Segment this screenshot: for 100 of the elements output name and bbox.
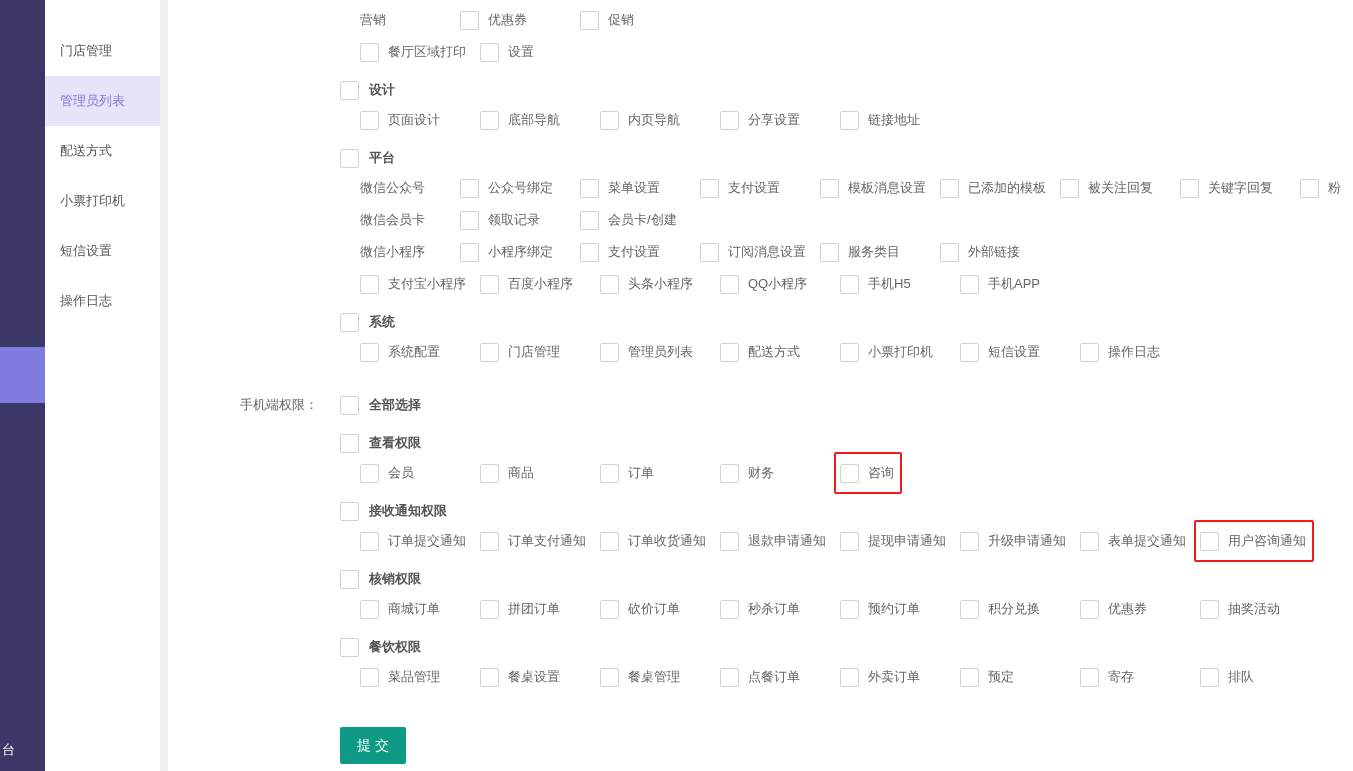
checkbox-label: 已添加的模板	[968, 179, 1046, 198]
checkbox[interactable]	[700, 178, 719, 198]
checkbox[interactable]	[840, 531, 859, 551]
checkbox[interactable]	[1060, 178, 1079, 198]
checkbox[interactable]	[480, 667, 499, 687]
checkbox[interactable]	[360, 274, 379, 294]
checkbox-label: 短信设置	[988, 343, 1040, 362]
checkbox[interactable]	[480, 42, 499, 62]
checkbox[interactable]	[600, 667, 619, 687]
checkbox[interactable]	[600, 463, 619, 483]
checkbox[interactable]	[1080, 667, 1099, 687]
checkbox[interactable]	[340, 148, 359, 168]
row-label: 微信会员卡	[360, 211, 426, 230]
checkbox[interactable]	[840, 463, 859, 483]
checkbox[interactable]	[340, 80, 359, 100]
checkbox[interactable]	[840, 599, 859, 619]
checkbox[interactable]	[720, 667, 739, 687]
checkbox[interactable]	[340, 395, 359, 415]
checkbox[interactable]	[480, 342, 499, 362]
checkbox[interactable]	[600, 274, 619, 294]
checkbox[interactable]	[720, 342, 739, 362]
checkbox[interactable]	[580, 242, 599, 262]
checkbox[interactable]	[480, 531, 499, 551]
checkbox[interactable]	[1180, 178, 1199, 198]
checkbox[interactable]	[1200, 599, 1219, 619]
checkbox[interactable]	[960, 274, 979, 294]
sidebar-item[interactable]: 配送方式	[45, 126, 160, 176]
checkbox[interactable]	[460, 10, 479, 30]
checkbox-label: 页面设计	[388, 111, 440, 130]
checkbox[interactable]	[940, 242, 959, 262]
checkbox[interactable]	[720, 531, 739, 551]
checkbox[interactable]	[720, 110, 739, 130]
checkbox[interactable]	[460, 178, 479, 198]
select-all-label: 全部选择	[369, 396, 421, 415]
checkbox[interactable]	[820, 242, 839, 262]
checkbox[interactable]	[360, 531, 379, 551]
checkbox-label: 支付设置	[608, 243, 660, 262]
group-title: 餐饮权限	[369, 638, 421, 657]
checkbox[interactable]	[340, 501, 359, 521]
checkbox[interactable]	[1080, 599, 1099, 619]
checkbox[interactable]	[720, 463, 739, 483]
checkbox[interactable]	[600, 531, 619, 551]
checkbox[interactable]	[1300, 178, 1319, 198]
checkbox[interactable]	[480, 599, 499, 619]
checkbox-label: 提现申请通知	[868, 532, 946, 551]
checkbox[interactable]	[340, 312, 359, 332]
checkbox[interactable]	[940, 178, 959, 198]
group-title: 设计	[369, 81, 395, 100]
submit-button[interactable]: 提 交	[340, 727, 406, 764]
checkbox[interactable]	[480, 463, 499, 483]
checkbox[interactable]	[360, 667, 379, 687]
checkbox-label: 优惠券	[1108, 600, 1147, 619]
checkbox[interactable]	[340, 637, 359, 657]
checkbox[interactable]	[460, 210, 479, 230]
checkbox[interactable]	[600, 599, 619, 619]
checkbox-label: 小程序绑定	[488, 243, 553, 262]
checkbox-label: 底部导航	[508, 111, 560, 130]
checkbox[interactable]	[600, 342, 619, 362]
checkbox-label: 餐桌管理	[628, 668, 680, 687]
checkbox[interactable]	[580, 10, 599, 30]
checkbox[interactable]	[480, 110, 499, 130]
checkbox[interactable]	[720, 274, 739, 294]
checkbox[interactable]	[480, 274, 499, 294]
checkbox-label: 分享设置	[748, 111, 800, 130]
checkbox[interactable]	[840, 110, 859, 130]
checkbox[interactable]	[580, 178, 599, 198]
checkbox[interactable]	[960, 342, 979, 362]
checkbox-label: 升级申请通知	[988, 532, 1066, 551]
checkbox[interactable]	[840, 342, 859, 362]
checkbox[interactable]	[580, 210, 599, 230]
checkbox-label: QQ小程序	[748, 275, 808, 294]
sidebar-item[interactable]: 小票打印机	[45, 176, 160, 226]
checkbox[interactable]	[960, 531, 979, 551]
checkbox[interactable]	[1200, 531, 1219, 551]
checkbox[interactable]	[1080, 531, 1099, 551]
checkbox[interactable]	[960, 667, 979, 687]
checkbox[interactable]	[340, 569, 359, 589]
checkbox[interactable]	[1200, 667, 1219, 687]
checkbox[interactable]	[720, 599, 739, 619]
sidebar-item[interactable]: 操作日志	[45, 276, 160, 326]
checkbox-label: 砍价订单	[628, 600, 680, 619]
checkbox[interactable]	[820, 178, 839, 198]
field-label: 手机端权限：	[240, 396, 318, 415]
checkbox[interactable]	[360, 42, 379, 62]
checkbox[interactable]	[340, 433, 359, 453]
sidebar-item[interactable]: 门店管理	[45, 26, 160, 76]
checkbox[interactable]	[840, 274, 859, 294]
checkbox[interactable]	[600, 110, 619, 130]
checkbox-label: 用户咨询通知	[1228, 532, 1306, 551]
checkbox[interactable]	[360, 110, 379, 130]
sidebar-item[interactable]: 短信设置	[45, 226, 160, 276]
checkbox[interactable]	[840, 667, 859, 687]
checkbox[interactable]	[700, 242, 719, 262]
checkbox[interactable]	[360, 599, 379, 619]
checkbox[interactable]	[360, 342, 379, 362]
checkbox-label: 领取记录	[488, 211, 540, 230]
checkbox[interactable]	[460, 242, 479, 262]
checkbox[interactable]	[360, 463, 379, 483]
checkbox[interactable]	[1080, 342, 1099, 362]
checkbox[interactable]	[960, 599, 979, 619]
